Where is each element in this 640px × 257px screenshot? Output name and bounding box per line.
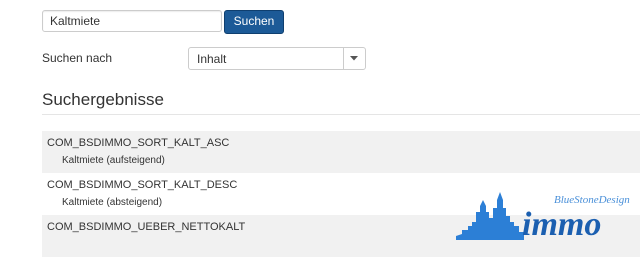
search-button[interactable]: Suchen — [224, 10, 284, 34]
bluestone-immo-logo: immo BlueStoneDesign — [456, 192, 630, 240]
heading-divider — [42, 114, 640, 115]
search-by-select[interactable]: Inhalt — [188, 47, 366, 70]
logo-wordmark: immo — [522, 206, 601, 240]
dropdown-toggle[interactable] — [343, 48, 365, 69]
search-input[interactable] — [42, 10, 222, 32]
caret-down-icon — [350, 56, 358, 61]
result-title[interactable]: COM_BSDIMMO_SORT_KALT_ASC — [47, 137, 229, 149]
logo-brand-name: BlueStoneDesign — [554, 194, 630, 206]
search-by-selected-value: Inhalt — [197, 52, 227, 66]
results-heading: Suchergebnisse — [42, 90, 164, 109]
result-description: Kaltmiete (absteigend) — [62, 197, 163, 208]
skyline-icon — [456, 192, 524, 240]
result-title[interactable]: COM_BSDIMMO_UEBER_NETTOKALT — [47, 221, 245, 233]
search-by-label: Suchen nach — [42, 51, 113, 65]
result-description: Kaltmiete (aufsteigend) — [62, 155, 165, 166]
result-title[interactable]: COM_BSDIMMO_SORT_KALT_DESC — [47, 179, 237, 191]
result-item: COM_BSDIMMO_SORT_KALT_ASC Kaltmiete (auf… — [42, 131, 640, 173]
